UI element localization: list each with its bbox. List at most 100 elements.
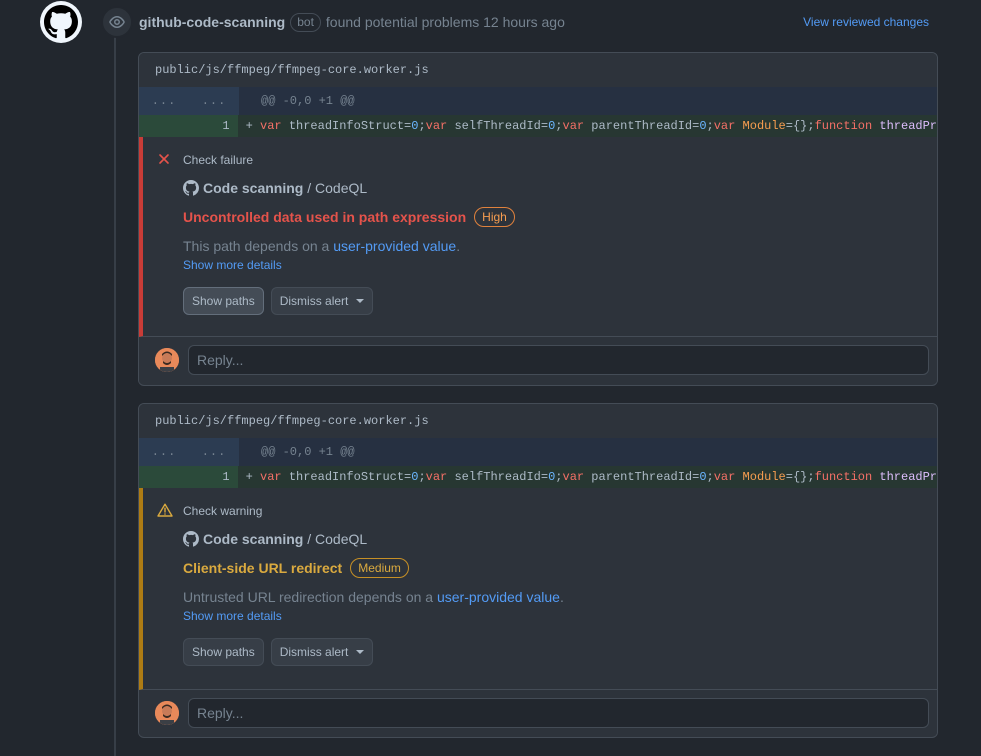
reply-input[interactable] bbox=[188, 345, 929, 375]
severity-badge: High bbox=[474, 207, 515, 227]
expand-down-button[interactable]: ... bbox=[189, 87, 239, 115]
description-end: . bbox=[456, 238, 461, 254]
tool-name: Code scanning bbox=[203, 180, 304, 196]
github-avatar[interactable] bbox=[40, 1, 82, 43]
rule-title: Uncontrolled data used in path expressio… bbox=[183, 209, 467, 225]
code-token: var bbox=[713, 470, 736, 484]
alert-warning: Check warning Code scanning / CodeQL Cli… bbox=[139, 488, 937, 690]
show-paths-button[interactable]: Show paths bbox=[183, 287, 264, 315]
user-provided-value-link[interactable]: user-provided value bbox=[437, 589, 560, 605]
review-action-text: found potential problems 12 hours ago bbox=[325, 14, 565, 30]
rule-line: Client-side URL redirect Medium bbox=[183, 558, 921, 578]
show-more-details-link[interactable]: Show more details bbox=[183, 609, 921, 623]
github-mark-icon bbox=[183, 531, 199, 547]
alert-description: This path depends on a user-provided val… bbox=[183, 238, 921, 254]
new-line-number[interactable]: 1 bbox=[188, 466, 238, 488]
code-token: ; bbox=[706, 470, 714, 484]
alert-description: Untrusted URL redirection depends on a u… bbox=[183, 589, 921, 605]
code-token: ; bbox=[418, 119, 426, 133]
code-token: ; bbox=[418, 470, 426, 484]
description-text: This path depends on a bbox=[183, 238, 334, 254]
tool-suffix: / CodeQL bbox=[303, 180, 368, 196]
expand-up-button[interactable]: ... bbox=[139, 438, 189, 466]
expand-down-button[interactable]: ... bbox=[189, 438, 239, 466]
code-token: selfThreadId= bbox=[447, 470, 549, 484]
x-icon bbox=[157, 152, 171, 166]
code-token: Module bbox=[742, 470, 786, 484]
user-avatar[interactable] bbox=[155, 701, 179, 725]
code-token: var bbox=[425, 119, 448, 133]
alert-actions: Show paths Dismiss alert bbox=[183, 638, 921, 666]
code-token: threadInfoStruct= bbox=[281, 470, 412, 484]
review-header: github-code-scanning bot found potential… bbox=[139, 12, 929, 32]
file-path[interactable]: public/js/ffmpeg/ffmpeg-core.worker.js bbox=[139, 53, 937, 87]
check-status: Check warning bbox=[183, 504, 263, 518]
code-token: var bbox=[260, 470, 282, 484]
old-line-number bbox=[139, 466, 189, 488]
code-token: var bbox=[562, 470, 585, 484]
code-token: threadPr bbox=[872, 119, 937, 133]
new-line-number[interactable]: 1 bbox=[188, 115, 238, 137]
code-token: 0 bbox=[699, 470, 707, 484]
review-eye-badge bbox=[101, 6, 133, 38]
code-token: threadPr bbox=[872, 470, 937, 484]
code-token: parentThreadId= bbox=[584, 470, 700, 484]
dismiss-alert-button[interactable]: Dismiss alert bbox=[270, 638, 374, 666]
code-token: function bbox=[814, 119, 873, 133]
dismiss-alert-label: Dismiss alert bbox=[279, 645, 349, 659]
timeline-line bbox=[114, 30, 116, 756]
code-token: Module bbox=[742, 119, 786, 133]
tool-line: Code scanning / CodeQL bbox=[183, 531, 921, 547]
diff-hunk-row: ... ... @@ -0,0 +1 @@ bbox=[139, 87, 937, 115]
github-mark-icon bbox=[183, 180, 199, 196]
dismiss-alert-button[interactable]: Dismiss alert bbox=[270, 287, 374, 315]
severity-badge: Medium bbox=[350, 558, 409, 578]
diff-hunk-row: ... ... @@ -0,0 +1 @@ bbox=[139, 438, 937, 466]
caret-down-icon bbox=[356, 299, 365, 303]
code-content: + var threadInfoStruct=0;var selfThreadI… bbox=[238, 466, 937, 488]
tool-suffix: / CodeQL bbox=[303, 531, 368, 547]
code-token: selfThreadId= bbox=[447, 119, 549, 133]
check-status: Check failure bbox=[183, 153, 254, 167]
code-token: ={}; bbox=[785, 470, 815, 484]
user-avatar[interactable] bbox=[155, 348, 179, 372]
code-token: ; bbox=[706, 119, 714, 133]
show-paths-button[interactable]: Show paths bbox=[183, 638, 264, 666]
review-comment-card: public/js/ffmpeg/ffmpeg-core.worker.js .… bbox=[138, 52, 938, 386]
code-token: var bbox=[562, 119, 585, 133]
code-token: var bbox=[260, 119, 282, 133]
user-provided-value-link[interactable]: user-provided value bbox=[333, 238, 456, 254]
code-token: 0 bbox=[699, 119, 707, 133]
review-comment-card: public/js/ffmpeg/ffmpeg-core.worker.js .… bbox=[138, 403, 938, 738]
author-name[interactable]: github-code-scanning bbox=[139, 14, 285, 30]
code-content: + var threadInfoStruct=0;var selfThreadI… bbox=[238, 115, 937, 137]
description-end: . bbox=[559, 589, 564, 605]
view-reviewed-changes-link[interactable]: View reviewed changes bbox=[803, 15, 929, 29]
file-path[interactable]: public/js/ffmpeg/ffmpeg-core.worker.js bbox=[139, 404, 937, 438]
code-token: ; bbox=[555, 119, 563, 133]
bot-badge: bot bbox=[290, 12, 321, 32]
diff-prefix: + bbox=[245, 119, 253, 133]
rule-line: Uncontrolled data used in path expressio… bbox=[183, 207, 921, 227]
code-token: threadInfoStruct= bbox=[281, 119, 412, 133]
code-token: var bbox=[425, 470, 448, 484]
description-text: Untrusted URL redirection depends on a bbox=[183, 589, 437, 605]
diff-code-line: 1 + var threadInfoStruct=0;var selfThrea… bbox=[139, 466, 937, 488]
tool-line: Code scanning / CodeQL bbox=[183, 180, 921, 196]
diff-code-line: 1 + var threadInfoStruct=0;var selfThrea… bbox=[139, 115, 937, 137]
hunk-header: @@ -0,0 +1 @@ bbox=[261, 94, 355, 108]
alert-failure: Check failure Code scanning / CodeQL Unc… bbox=[139, 137, 937, 337]
expand-up-button[interactable]: ... bbox=[139, 87, 189, 115]
code-tokens: var threadInfoStruct=0;var selfThreadId=… bbox=[260, 119, 937, 133]
code-token: parentThreadId= bbox=[584, 119, 700, 133]
eye-icon bbox=[109, 16, 125, 28]
show-more-details-link[interactable]: Show more details bbox=[183, 258, 921, 272]
tool-name: Code scanning bbox=[203, 531, 304, 547]
reply-input[interactable] bbox=[188, 698, 929, 728]
rule-title: Client-side URL redirect bbox=[183, 560, 343, 576]
caret-down-icon bbox=[356, 650, 365, 654]
code-token: var bbox=[713, 119, 736, 133]
alert-actions: Show paths Dismiss alert bbox=[183, 287, 921, 315]
